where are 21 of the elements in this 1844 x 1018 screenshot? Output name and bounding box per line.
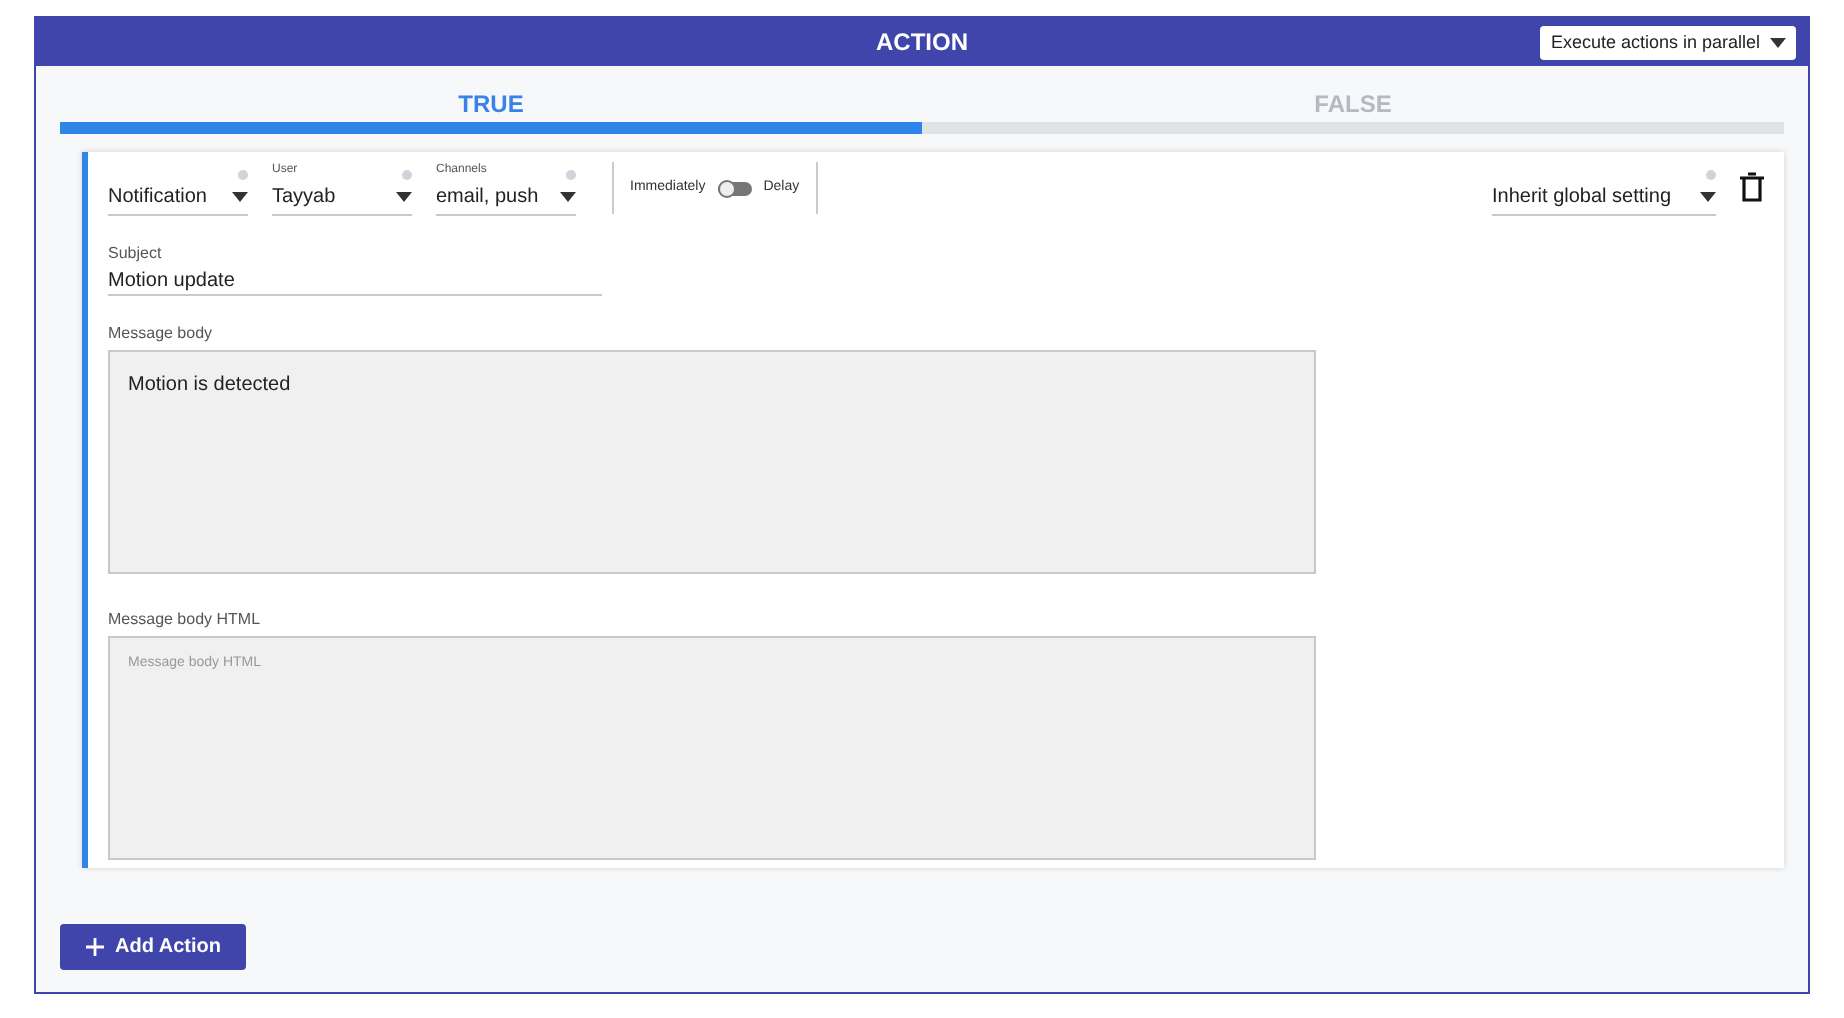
field-label: Message body <box>108 322 215 346</box>
toggle-switch[interactable] <box>717 181 752 195</box>
add-action-button[interactable]: Add Action <box>60 924 246 970</box>
header-title: ACTION <box>876 26 968 60</box>
caret-icon <box>1770 38 1786 48</box>
caret-icon <box>232 192 248 202</box>
message-body-field[interactable]: Motion is detected <box>108 350 1316 574</box>
field-label: Message body HTML <box>108 608 263 632</box>
plus-icon <box>85 938 104 956</box>
caret-icon <box>1700 192 1716 202</box>
tab[interactable]: TRUE <box>60 86 922 134</box>
dropdown[interactable]: email, push <box>436 180 576 216</box>
subject-field[interactable]: Motion update <box>108 266 602 296</box>
caret-icon <box>560 192 576 202</box>
dropdown[interactable]: Inherit global setting <box>1492 180 1716 216</box>
dropdown[interactable]: Notification <box>108 180 248 216</box>
mode-dropdown[interactable]: Execute actions in parallel <box>1540 26 1796 60</box>
caret-icon <box>396 192 412 202</box>
dropdown[interactable]: Tayyab <box>272 180 412 216</box>
field-label: Subject <box>108 242 164 266</box>
delete-icon[interactable] <box>1740 172 1764 202</box>
